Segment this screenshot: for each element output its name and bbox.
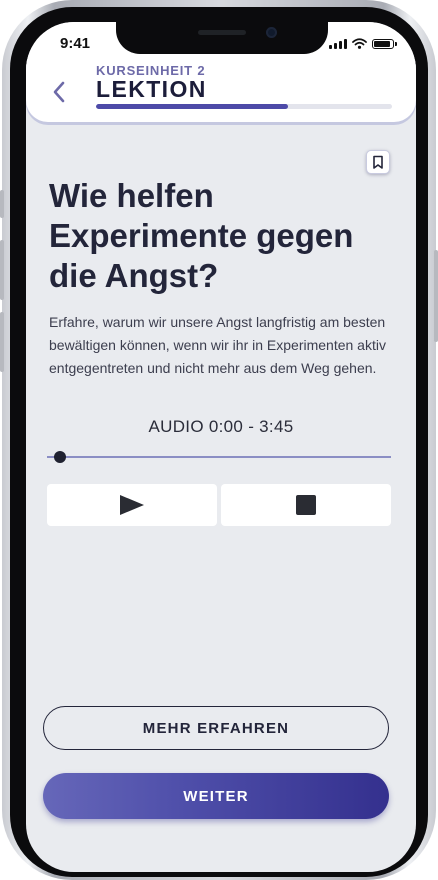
audio-label: AUDIO 0:00 - 3:45 [148,417,294,436]
power-button [434,250,438,342]
lesson-progress-fill [96,104,289,109]
lesson-heading: Wie helfen Experimente gegen die Angst? [49,177,354,294]
audio-seek-handle[interactable] [54,451,66,463]
lesson-header: 9:41 KURSEINHEIT 2 LEKTION [26,22,416,122]
bookmark-button[interactable] [366,150,390,174]
mute-switch [0,190,4,218]
status-icons [329,38,397,49]
lesson-description: Erfahre, warum wir unsere Angst langfris… [49,314,386,376]
stop-button[interactable] [221,484,391,526]
chevron-left-icon [53,81,65,103]
page-title: LEKTION [96,76,207,102]
battery-icon [372,39,397,49]
volume-up-button [0,240,4,300]
play-button[interactable] [47,484,217,526]
phone-frame: 9:41 KURSEINHEIT 2 LEKTION Wie helfen Ex… [0,0,438,880]
speaker-grille [198,30,246,35]
stop-icon [296,495,316,515]
audio-seek-bar[interactable] [47,456,391,458]
phone-notch [116,22,328,54]
app-screen: 9:41 KURSEINHEIT 2 LEKTION Wie helfen Ex… [26,22,416,872]
volume-down-button [0,312,4,372]
more-info-button[interactable]: MEHR ERFAHREN [43,706,389,750]
next-button[interactable]: WEITER [43,773,389,819]
back-button[interactable] [52,78,72,106]
front-camera [266,27,277,38]
lesson-progress-bar [96,104,392,109]
wifi-icon [352,38,367,49]
status-time: 9:41 [60,35,91,52]
signal-icon [329,39,347,49]
play-icon [120,495,144,515]
bookmark-icon [373,155,383,169]
